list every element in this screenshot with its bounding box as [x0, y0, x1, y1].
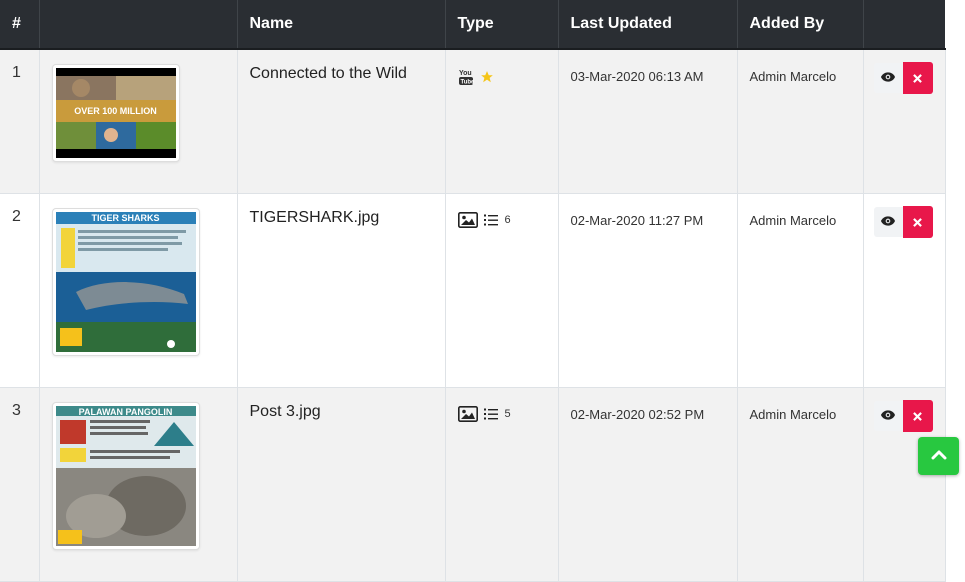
image-icon [457, 212, 478, 228]
thumbnail-caption: TIGER SHARKS [91, 213, 160, 223]
header-actions [863, 0, 945, 50]
last-updated: 03-Mar-2020 06:13 AM [558, 49, 738, 194]
added-by: Admin Marcelo [737, 193, 864, 388]
list-icon [483, 214, 498, 227]
table-row: 3 PALAWAN PANGOLIN Post 3.jpg 5 02-Mar-2… [0, 387, 946, 582]
view-button[interactable] [873, 401, 903, 431]
header-type[interactable]: Type [445, 0, 559, 50]
delete-button[interactable] [903, 62, 933, 94]
item-count: 6 [504, 214, 511, 226]
header-num[interactable]: # [0, 0, 40, 50]
close-icon [913, 408, 923, 424]
last-updated: 02-Mar-2020 02:52 PM [558, 387, 738, 582]
view-button[interactable] [873, 63, 903, 93]
eye-icon [881, 407, 896, 425]
row-number: 2 [0, 193, 40, 388]
item-name: Post 3.jpg [237, 387, 446, 582]
eye-icon [881, 69, 896, 87]
star-icon [480, 70, 494, 84]
close-icon [913, 214, 923, 230]
item-name: TIGERSHARK.jpg [237, 193, 446, 388]
item-count: 5 [504, 408, 511, 420]
list-icon [483, 408, 498, 421]
header-last-updated[interactable]: Last Updated [558, 0, 738, 50]
table-header-row: # Name Type Last Updated Added By [0, 0, 945, 50]
svg-text:You: You [459, 70, 472, 77]
thumbnail-caption: OVER 100 MILLION [74, 106, 157, 116]
header-name[interactable]: Name [237, 0, 446, 50]
added-by: Admin Marcelo [737, 49, 864, 194]
delete-button[interactable] [903, 400, 933, 432]
eye-icon [881, 213, 896, 231]
table-row: 2 TIGER SHARKS TIGERSHARK.jpg 6 02-Mar-2… [0, 193, 946, 388]
row-number: 1 [0, 49, 40, 194]
chevron-up-icon [931, 447, 947, 465]
row-number: 3 [0, 387, 40, 582]
scroll-to-top-button[interactable] [918, 437, 959, 475]
item-name: Connected to the Wild [237, 49, 446, 194]
image-thumbnail[interactable]: PALAWAN PANGOLIN [51, 402, 200, 550]
svg-text:Tube: Tube [460, 80, 474, 86]
close-icon [913, 70, 923, 86]
header-thumb [39, 0, 238, 50]
youtube-icon: You Tube [458, 68, 474, 86]
table-row: 1 OVER 100 MILLION Connected to the Wild… [0, 49, 946, 194]
image-thumbnail[interactable]: TIGER SHARKS [51, 208, 200, 356]
media-table: # Name Type Last Updated Added By 1 OVER… [0, 0, 946, 582]
header-added-by[interactable]: Added By [737, 0, 864, 50]
thumbnail-caption: PALAWAN PANGOLIN [78, 407, 173, 417]
added-by: Admin Marcelo [737, 387, 864, 582]
video-thumbnail[interactable]: OVER 100 MILLION [51, 64, 180, 162]
last-updated: 02-Mar-2020 11:27 PM [558, 193, 738, 388]
image-icon [457, 406, 478, 422]
view-button[interactable] [873, 207, 903, 237]
delete-button[interactable] [903, 206, 933, 238]
